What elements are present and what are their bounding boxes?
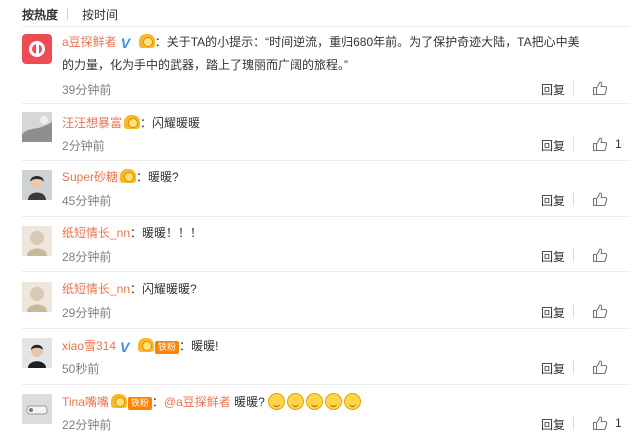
mention-link[interactable]: @a豆探鲜者 — [164, 395, 231, 409]
divider — [573, 360, 574, 374]
comment-text: 汪汪想暴富 ：闪耀暖暖 — [62, 114, 626, 133]
avatar[interactable] — [22, 226, 52, 256]
comment-time: 28分钟前 — [62, 250, 112, 264]
reply-button[interactable]: 回复 — [541, 192, 565, 209]
comment-time: 50秒前 — [62, 362, 100, 376]
comment-content: ：暖暖！！！ — [130, 226, 203, 240]
medal-icon — [138, 34, 155, 48]
username[interactable]: 汪汪想暴富 — [62, 116, 122, 130]
divider — [573, 81, 574, 95]
divider — [573, 248, 574, 262]
divider — [573, 304, 574, 318]
thumbs-up-icon[interactable] — [592, 191, 608, 207]
divider — [22, 384, 630, 385]
laugh-emoji-icon — [268, 393, 286, 410]
sort-bar: 按热度 | 按时间 — [0, 0, 640, 28]
comment-content: ：闪耀暖暖 — [140, 116, 201, 130]
avatar[interactable] — [22, 394, 52, 424]
laugh-emoji-icon — [325, 393, 343, 410]
avatar[interactable] — [22, 170, 52, 200]
comment-text: xiao雪314 V 铁粉 ：暖暖! — [62, 337, 626, 356]
comment-text: Super砂糖 ：暖暖? — [62, 168, 626, 187]
divider — [573, 416, 574, 430]
comment-content: ：闪耀暖暖? — [130, 282, 197, 296]
divider — [22, 328, 630, 329]
comment-content: ：暖暖? — [136, 170, 179, 184]
fan-badge: 铁粉 — [127, 397, 152, 410]
sort-separator: | — [66, 6, 70, 20]
comment-text-line2: 的力量，化为手中的武器，踏上了瑰丽而广阔的旅程。” — [62, 56, 626, 75]
comment-time: 2分钟前 — [62, 139, 105, 153]
fan-badge: 铁粉 — [155, 341, 180, 354]
medal-icon — [138, 338, 155, 352]
divider — [573, 137, 574, 151]
avatar[interactable] — [22, 112, 52, 142]
sort-tab-hot[interactable]: 按热度 — [22, 6, 58, 23]
like-count: 1 — [615, 416, 622, 430]
username[interactable]: Tina嘴嘴 — [62, 395, 109, 409]
reply-button[interactable]: 回复 — [541, 248, 565, 265]
laugh-emoji-icon — [344, 393, 362, 410]
username[interactable]: xiao雪314 — [62, 339, 116, 353]
comment-text: 纸短情长_nn：闪耀暖暖? — [62, 280, 626, 299]
username[interactable]: a豆探鲜者 — [62, 35, 117, 49]
thumbs-up-icon[interactable] — [592, 415, 608, 431]
medal-icon — [110, 394, 127, 408]
reply-button[interactable]: 回复 — [541, 416, 565, 433]
reply-button[interactable]: 回复 — [541, 81, 565, 98]
comment-content: ：暖暖! — [179, 339, 219, 353]
comment-time: 29分钟前 — [62, 306, 112, 320]
thumbs-up-icon[interactable] — [592, 80, 608, 96]
thumbs-up-icon[interactable] — [592, 247, 608, 263]
like-count: 1 — [615, 137, 622, 151]
medal-icon — [124, 115, 141, 129]
comment-time: 45分钟前 — [62, 194, 112, 208]
thumbs-up-icon[interactable] — [592, 136, 608, 152]
comment-content-prefix: ： — [151, 395, 164, 409]
sort-tab-time[interactable]: 按时间 — [82, 6, 118, 23]
avatar[interactable] — [22, 282, 52, 312]
divider — [22, 271, 630, 272]
avatar[interactable] — [22, 34, 52, 64]
comment-time: 22分钟前 — [62, 418, 112, 432]
comment-time: 39分钟前 — [62, 83, 112, 97]
divider — [573, 192, 574, 206]
reply-button[interactable]: 回复 — [541, 360, 565, 377]
comment-content: 暖暖? — [230, 395, 265, 409]
comment-text: Tina嘴嘴 铁粉 ：@a豆探鲜者 暖暖? — [62, 393, 626, 412]
divider — [22, 103, 630, 104]
username[interactable]: Super砂糖 — [62, 170, 118, 184]
username[interactable]: 纸短情长_nn — [62, 282, 130, 296]
comment-content-line2: 的力量，化为手中的武器，踏上了瑰丽而广阔的旅程。” — [62, 58, 348, 72]
verified-icon: V — [120, 35, 131, 51]
comment-content: ：关于TA的小提示：“时间逆流，重归680年前。为了保护奇迹大陆，TA把心中美 — [154, 35, 580, 49]
thumbs-up-icon[interactable] — [592, 359, 608, 375]
verified-icon: V — [120, 339, 130, 355]
avatar[interactable] — [22, 338, 52, 368]
divider — [22, 160, 630, 161]
divider — [22, 216, 630, 217]
laugh-emoji-icon — [306, 393, 324, 410]
laugh-emoji-icon — [287, 393, 305, 410]
thumbs-up-icon[interactable] — [592, 303, 608, 319]
username[interactable]: 纸短情长_nn — [62, 226, 130, 240]
divider — [22, 26, 630, 27]
app-logo-bar — [36, 43, 39, 55]
medal-icon — [120, 169, 137, 183]
reply-button[interactable]: 回复 — [541, 304, 565, 321]
comment-text: a豆探鲜者 V ：关于TA的小提示：“时间逆流，重归680年前。为了保护奇迹大陆，T… — [62, 33, 626, 52]
comment-text: 纸短情长_nn：暖暖！！！ — [62, 224, 626, 243]
reply-button[interactable]: 回复 — [541, 137, 565, 154]
